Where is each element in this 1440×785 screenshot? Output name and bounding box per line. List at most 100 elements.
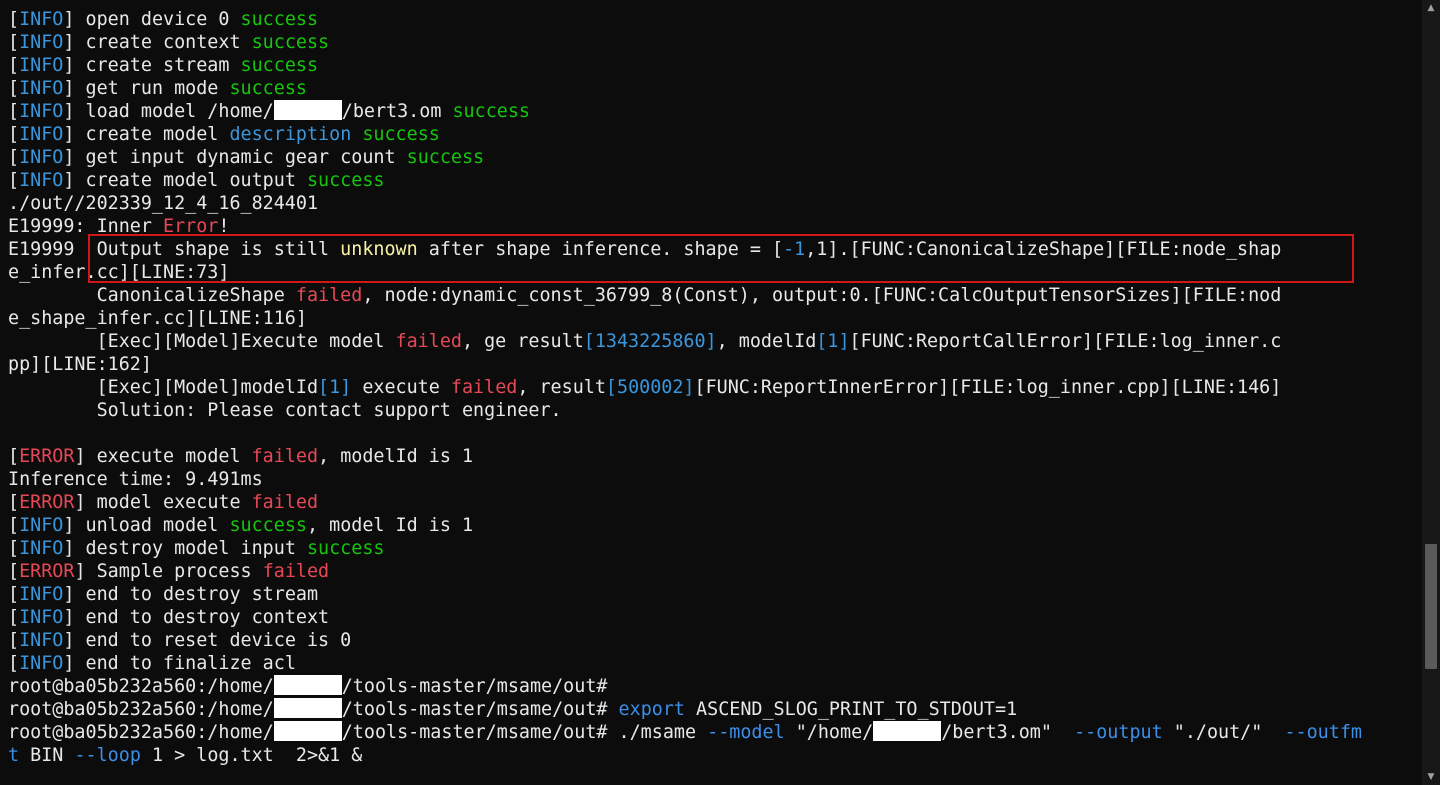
terminal-text-success: success [406,147,485,168]
terminal-text: e_infer.cc][LINE:73] [8,262,230,283]
terminal-text-blue: [1] [318,377,352,398]
terminal-line: ./out//202339_12_4_16_824401 [8,192,1418,215]
terminal-text: , node:dynamic_const_36799_8(Const), out… [362,285,1282,306]
terminal-text: E19999: Inner [8,216,164,237]
terminal-text-error: Error [163,216,219,237]
terminal-text-success: success [251,32,330,53]
terminal-text-error: ERROR [19,446,75,467]
terminal-line: [INFO] destroy model input success [8,537,1418,560]
terminal-text: [ [8,101,20,122]
terminal-text-success: success [229,78,307,99]
terminal-line: [INFO] end to destroy stream [8,583,1418,606]
terminal-text: ] end to destroy stream [63,584,319,605]
terminal-window[interactable]: [INFO] open device 0 success [INFO] creat… [0,0,1440,785]
terminal-text-info: INFO [19,124,64,145]
terminal-text-error: failed [262,561,330,582]
terminal-line: e_infer.cc][LINE:73] [8,261,1418,284]
terminal-text: /bert3.om" [941,722,1075,743]
terminal-text: ] create model [63,124,230,145]
terminal-text: ] create stream [63,55,241,76]
terminal-text: [ [8,492,20,513]
terminal-text: E19999 Output shape is still [8,239,341,260]
terminal-text-success: success [306,538,385,559]
terminal-text: Solution: Please contact support enginee… [8,400,562,421]
terminal-line: [INFO] create model description success [8,123,1418,146]
terminal-text-error: failed [395,331,462,352]
terminal-text: ] end to finalize acl [63,653,296,674]
terminal-text: CanonicalizeShape [8,285,296,306]
terminal-text: /tools-master/msame/out# [341,676,608,697]
terminal-text-success: success [240,55,319,76]
terminal-text-success: success [452,101,530,122]
terminal-text-info: INFO [19,653,64,674]
terminal-text: ] create model output [63,170,307,191]
terminal-text-info: INFO [19,9,64,30]
terminal-text-success: success [306,170,385,191]
terminal-text-info: INFO [19,78,64,99]
terminal-text: ,1].[FUNC:CanonicalizeShape][FILE:node_s… [805,239,1282,260]
terminal-line: [INFO] open device 0 success [8,8,1418,31]
terminal-text: [ [8,561,20,582]
terminal-text: [ [8,630,20,651]
terminal-text: [FUNC:ReportInnerError][FILE:log_inner.c… [694,377,1282,398]
terminal-line: [INFO] create model output success [8,169,1418,192]
terminal-text-cmd: --loop [74,745,141,766]
terminal-text: /tools-master/msame/out# ./msame [341,722,708,743]
terminal-line: [INFO] end to reset device is 0 [8,629,1418,652]
terminal-text: e_shape_infer.cc][LINE:116] [8,308,307,329]
terminal-line: [Exec][Model]modelId[1] execute failed, … [8,376,1418,399]
redacted-block [273,100,342,120]
scroll-down-icon[interactable]: ▼ [1422,769,1440,785]
terminal-text: ] end to reset device is 0 [63,630,352,651]
terminal-line: [ERROR] execute model failed, modelId is… [8,445,1418,468]
terminal-text: [ [8,32,20,53]
terminal-text-info: INFO [19,55,64,76]
terminal-line: root@ba05b232a560:/home/ /tools-master/ms… [8,675,1418,698]
terminal-text: [ [8,124,20,145]
terminal-text: ] create context [63,32,252,53]
terminal-text: /bert3.om [341,101,453,122]
terminal-line: CanonicalizeShape failed, node:dynamic_c… [8,284,1418,307]
terminal-line: pp][LINE:162] [8,353,1418,376]
terminal-text: ] model execute [74,492,252,513]
terminal-text-success: success [362,124,440,145]
scrollbar-thumb[interactable] [1425,543,1437,669]
terminal-line: [INFO] end to destroy context [8,606,1418,629]
terminal-text: ] end to destroy context [63,607,330,628]
terminal-text-info: INFO [19,607,64,628]
terminal-text-info: INFO [19,515,64,536]
terminal-line: [INFO] create context success [8,31,1418,54]
redacted-block [273,675,342,695]
terminal-text-blue: -1 [783,239,806,260]
scroll-up-icon[interactable]: ▲ [1422,0,1440,16]
terminal-output: [INFO] open device 0 success [INFO] creat… [8,8,1418,767]
terminal-text-yellow: unknown [340,239,418,260]
terminal-text-error: failed [295,285,363,306]
terminal-text: Inference time: 9.491ms [8,469,263,490]
terminal-text: , model Id is 1 [306,515,474,536]
terminal-line: E19999: Inner Error! [8,215,1418,238]
terminal-line: e_shape_infer.cc][LINE:116] [8,307,1418,330]
terminal-text: ] get run mode [63,78,230,99]
terminal-text-blue: [500002] [605,377,695,398]
terminal-text: [ [8,9,20,30]
terminal-text: ] get input dynamic gear count [63,147,407,168]
vertical-scrollbar[interactable]: ▲ ▼ [1422,0,1440,785]
terminal-text: ] open device 0 [63,9,241,30]
terminal-text: 1 > log.txt 2>&1 & [140,745,363,766]
terminal-text: [ [8,584,20,605]
terminal-line: Solution: Please contact support enginee… [8,399,1418,422]
terminal-line: [INFO] get input dynamic gear count succ… [8,146,1418,169]
terminal-text: ASCEND_SLOG_PRINT_TO_STDOUT=1 [684,699,1018,720]
terminal-text-info: INFO [19,630,64,651]
terminal-text: , ge result [461,331,584,352]
terminal-line: [INFO] load model /home/ /bert3.om succes… [8,100,1418,123]
terminal-line: root@ba05b232a560:/home/ /tools-master/ms… [8,698,1418,721]
terminal-text: [ [8,147,20,168]
terminal-text-success: success [229,515,307,536]
terminal-text: ] unload model [63,515,230,536]
terminal-text: [ [8,515,20,536]
terminal-text: [ [8,653,20,674]
terminal-text: ] load model /home/ [63,101,274,122]
